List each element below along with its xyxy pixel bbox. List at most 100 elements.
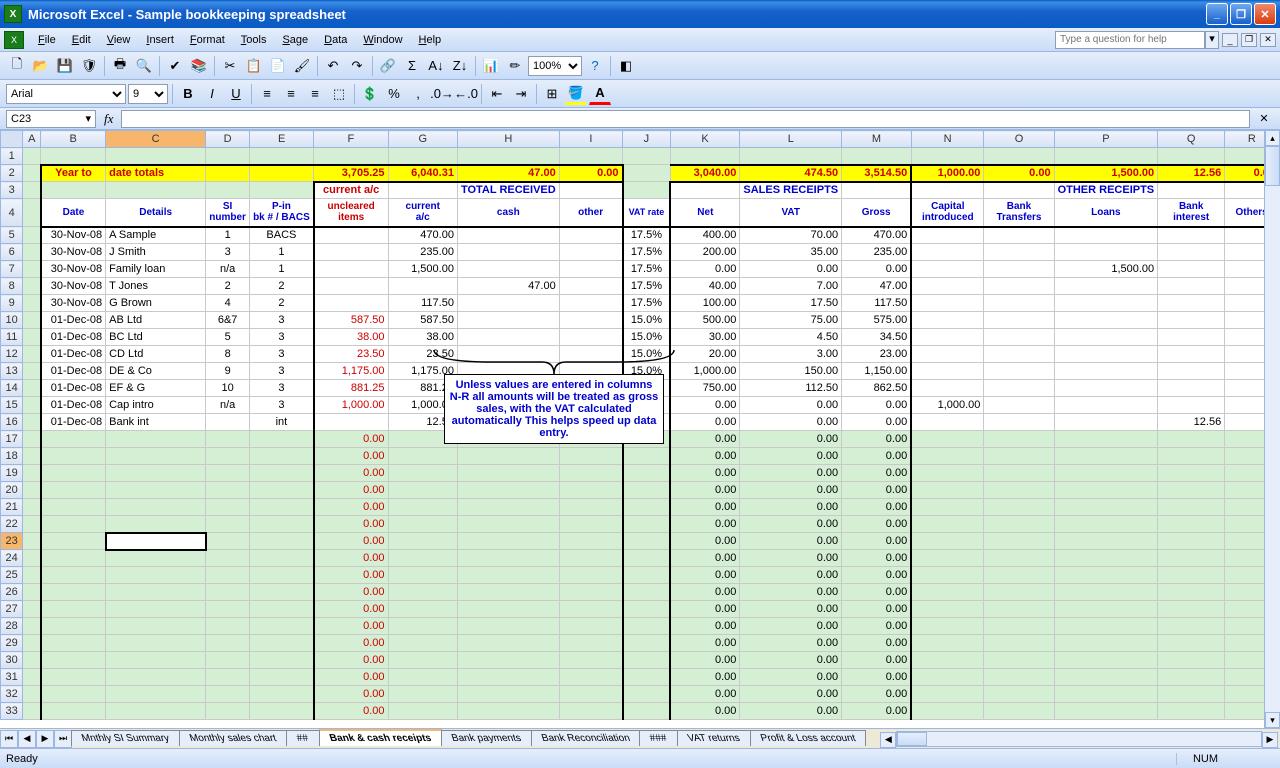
align-left-icon[interactable]: ≡ [256, 83, 278, 105]
redo-icon[interactable]: ↷ [346, 55, 368, 77]
col-header[interactable]: H [457, 131, 559, 148]
sheet-tab[interactable]: Bank Reconciliation [531, 730, 641, 746]
row-header[interactable]: 23 [1, 533, 23, 550]
save-icon[interactable]: 💾 [54, 55, 76, 77]
hscroll-right-icon[interactable]: ▶ [1262, 732, 1278, 748]
col-header[interactable]: N [911, 131, 984, 148]
italic-icon[interactable]: I [201, 83, 223, 105]
sheet-tab[interactable]: ### [639, 730, 678, 746]
hscroll-thumb[interactable] [897, 732, 927, 746]
scroll-down-icon[interactable]: ▾ [1265, 712, 1280, 728]
menu-edit[interactable]: Edit [64, 32, 99, 48]
align-center-icon[interactable]: ≡ [280, 83, 302, 105]
name-box[interactable]: C23▾ [6, 110, 96, 128]
formula-bar-close[interactable]: ✕ [1254, 112, 1274, 125]
spelling-icon[interactable]: ✔ [164, 55, 186, 77]
close-button[interactable]: ✕ [1254, 3, 1276, 25]
paste-icon[interactable]: 📄 [267, 55, 289, 77]
row-header[interactable]: 13 [1, 363, 23, 380]
row-header[interactable]: 17 [1, 431, 23, 448]
row-header[interactable]: 27 [1, 601, 23, 618]
sheet-tab[interactable]: Monthly sales chart [179, 730, 287, 746]
formula-input[interactable] [121, 110, 1250, 128]
sheet-tab[interactable]: Mnthly SI Summary [71, 730, 180, 746]
copy-icon[interactable]: 📋 [243, 55, 265, 77]
tab-last-icon[interactable]: ⏭ [54, 730, 72, 748]
format-painter-icon[interactable]: 🖌 [291, 55, 313, 77]
col-header[interactable]: I [559, 131, 622, 148]
row-header[interactable]: 31 [1, 669, 23, 686]
autosum-icon[interactable]: Σ [401, 55, 423, 77]
row-header[interactable]: 20 [1, 482, 23, 499]
row-header[interactable]: 15 [1, 397, 23, 414]
cut-icon[interactable]: ✂ [219, 55, 241, 77]
print-icon[interactable]: 🖶 [109, 55, 131, 77]
row-header[interactable]: 3 [1, 182, 23, 199]
sheet-tab[interactable]: Profit & Loss account [750, 730, 867, 746]
row-header[interactable]: 29 [1, 635, 23, 652]
minimize-button[interactable]: _ [1206, 3, 1228, 25]
row-header[interactable]: 32 [1, 686, 23, 703]
open-icon[interactable]: 📂 [30, 55, 52, 77]
percent-icon[interactable]: % [383, 83, 405, 105]
zoom-select[interactable]: 100% [528, 56, 582, 76]
row-header[interactable]: 19 [1, 465, 23, 482]
menu-help[interactable]: Help [411, 32, 450, 48]
row-header[interactable]: 18 [1, 448, 23, 465]
maximize-button[interactable]: ❐ [1230, 3, 1252, 25]
print-preview-icon[interactable]: 🔍 [133, 55, 155, 77]
row-header[interactable]: 7 [1, 261, 23, 278]
fill-color-icon[interactable]: 🪣 [565, 83, 587, 105]
col-header[interactable]: A [23, 131, 41, 148]
font-size-select[interactable]: 9 [128, 84, 168, 104]
row-header[interactable]: 2 [1, 165, 23, 182]
row-header[interactable]: 14 [1, 380, 23, 397]
fx-icon[interactable]: fx [100, 111, 117, 127]
tab-first-icon[interactable]: ⏮ [0, 730, 18, 748]
col-header[interactable]: F [314, 131, 388, 148]
row-header[interactable]: 1 [1, 148, 23, 165]
row-header[interactable]: 5 [1, 227, 23, 244]
col-header[interactable]: L [740, 131, 842, 148]
increase-indent-icon[interactable]: ⇥ [510, 83, 532, 105]
col-header[interactable]: J [623, 131, 671, 148]
row-header[interactable]: 10 [1, 312, 23, 329]
hscroll-left-icon[interactable]: ◀ [880, 732, 896, 748]
drawing-icon[interactable]: ✏ [504, 55, 526, 77]
excel-doc-icon[interactable]: X [4, 31, 24, 49]
menu-format[interactable]: Format [182, 32, 233, 48]
col-header[interactable]: C [106, 131, 206, 148]
sort-desc-icon[interactable]: Z↓ [449, 55, 471, 77]
hyperlink-icon[interactable]: 🔗 [377, 55, 399, 77]
sage-icon[interactable]: ◧ [615, 55, 637, 77]
decrease-indent-icon[interactable]: ⇤ [486, 83, 508, 105]
col-header[interactable]: O [984, 131, 1054, 148]
horizontal-scrollbar[interactable]: ◀ ▶ [896, 731, 1262, 747]
row-header[interactable]: 33 [1, 703, 23, 720]
row-header[interactable]: 16 [1, 414, 23, 431]
doc-restore-button[interactable]: ❐ [1241, 33, 1257, 47]
col-header[interactable]: E [250, 131, 314, 148]
currency-icon[interactable]: 💲 [359, 83, 381, 105]
help-icon[interactable]: ? [584, 55, 606, 77]
row-header[interactable]: 25 [1, 567, 23, 584]
row-header[interactable]: 11 [1, 329, 23, 346]
menu-tools[interactable]: Tools [233, 32, 275, 48]
row-header[interactable]: 12 [1, 346, 23, 363]
row-header[interactable]: 8 [1, 278, 23, 295]
row-header[interactable]: 4 [1, 199, 23, 227]
comma-icon[interactable]: , [407, 83, 429, 105]
tab-prev-icon[interactable]: ◀ [18, 730, 36, 748]
row-header[interactable]: 6 [1, 244, 23, 261]
col-header[interactable]: D [206, 131, 250, 148]
underline-icon[interactable]: U [225, 83, 247, 105]
font-color-icon[interactable]: A [589, 83, 611, 105]
row-header[interactable]: 9 [1, 295, 23, 312]
decrease-decimal-icon[interactable]: ←.0 [455, 83, 477, 105]
col-header[interactable]: P [1054, 131, 1158, 148]
new-icon[interactable]: 🗋 [6, 55, 28, 77]
col-header[interactable]: K [670, 131, 740, 148]
menu-window[interactable]: Window [355, 32, 410, 48]
permission-icon[interactable]: 🛡 [78, 55, 100, 77]
doc-close-button[interactable]: ✕ [1260, 33, 1276, 47]
